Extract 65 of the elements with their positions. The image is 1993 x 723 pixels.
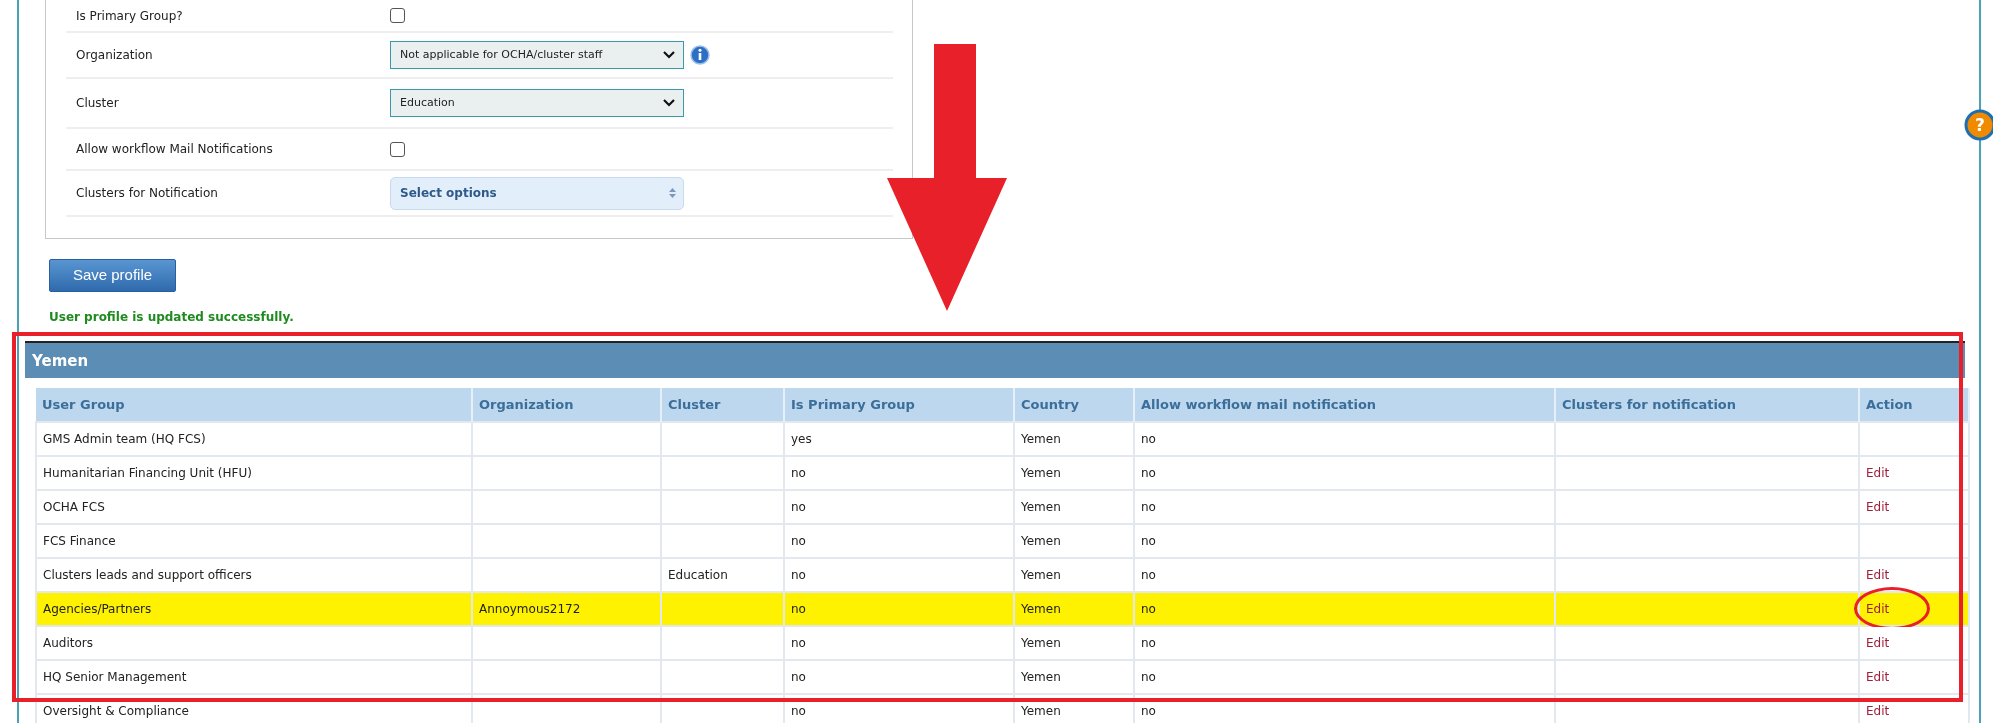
table-cell: Agencies/Partners (36, 592, 472, 626)
column-header: Is Primary Group (784, 388, 1014, 422)
chevron-down-icon (663, 99, 675, 107)
table-cell: FCS Finance (36, 524, 472, 558)
column-header: Country (1014, 388, 1134, 422)
field-label: Organization (75, 47, 154, 64)
table-cell: HQ Senior Management (36, 660, 472, 694)
table-cell: yes (784, 422, 1014, 456)
edit-link[interactable]: Edit (1866, 500, 1890, 514)
table-cell: Auditors (36, 626, 472, 660)
multiselect-field[interactable]: Select options (390, 176, 684, 210)
table-cell: Education (661, 558, 784, 592)
table-cell: Yemen (1014, 626, 1134, 660)
table-cell: Clusters leads and support officers (36, 558, 472, 592)
table-cell: no (784, 660, 1014, 694)
table-cell: no (1134, 422, 1555, 456)
field-label: Is Primary Group? (75, 7, 184, 25)
edit-link[interactable]: Edit (1866, 704, 1890, 718)
field-label: Allow workflow Mail Notifications (75, 141, 274, 158)
column-header: Action (1859, 388, 1969, 422)
edit-link[interactable]: Edit (1866, 602, 1890, 616)
table-cell: no (1134, 558, 1555, 592)
edit-link[interactable]: Edit (1866, 466, 1890, 480)
column-header: Allow workflow mail notification (1134, 388, 1555, 422)
table-cell: Yemen (1014, 592, 1134, 626)
dropdown-field[interactable]: Not applicable for OCHA/cluster staff (390, 41, 684, 69)
section-title-bar: Yemen (25, 341, 1965, 378)
table-cell: no (1134, 626, 1555, 660)
table-cell: GMS Admin team (HQ FCS) (36, 422, 472, 456)
edit-link[interactable]: Edit (1866, 568, 1890, 582)
edit-link[interactable]: Edit (1866, 670, 1890, 684)
table-cell: Yemen (1014, 456, 1134, 490)
field-label: Clusters for Notification (75, 185, 219, 202)
table-cell: no (1134, 490, 1555, 524)
edit-link[interactable]: Edit (1866, 636, 1890, 650)
checkbox[interactable] (390, 8, 405, 23)
table-cell: Yemen (1014, 558, 1134, 592)
table-cell: no (1134, 456, 1555, 490)
table-cell: Yemen (1014, 524, 1134, 558)
table-cell: no (1134, 524, 1555, 558)
table-cell: no (784, 490, 1014, 524)
dropdown-field[interactable]: Education (390, 89, 684, 117)
sort-arrows-icon (669, 188, 676, 198)
column-header: Clusters for notification (1555, 388, 1859, 422)
table-cell: no (784, 456, 1014, 490)
table-cell: no (784, 558, 1014, 592)
save-profile-button[interactable]: Save profile (49, 259, 176, 292)
chevron-down-icon (663, 51, 675, 59)
table-cell: OCHA FCS (36, 490, 472, 524)
column-header: Organization (472, 388, 661, 422)
table-cell: Yemen (1014, 422, 1134, 456)
success-message: User profile is updated successfully. (49, 310, 295, 324)
column-header: Cluster (661, 388, 784, 422)
column-header: User Group (36, 388, 472, 422)
table-cell: Annoymous2172 (472, 592, 661, 626)
table-cell: no (1134, 592, 1555, 626)
checkbox[interactable] (390, 141, 405, 157)
table-cell: Yemen (1014, 490, 1134, 524)
table-cell: no (784, 626, 1014, 660)
table-cell: no (784, 524, 1014, 558)
table-cell: Humanitarian Financing Unit (HFU) (36, 456, 472, 490)
table-cell: no (1134, 660, 1555, 694)
field-label: Cluster (75, 95, 120, 112)
table-cell: no (784, 592, 1014, 626)
table-cell: Yemen (1014, 660, 1134, 694)
